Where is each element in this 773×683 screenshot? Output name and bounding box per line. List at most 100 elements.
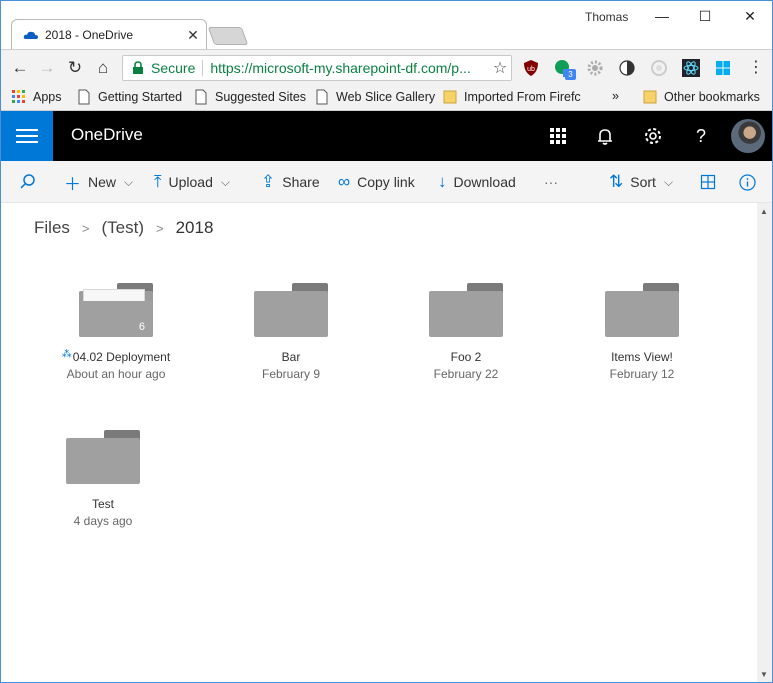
- breadcrumb-test[interactable]: (Test): [102, 218, 145, 238]
- item-count-badge: 6: [138, 321, 145, 333]
- apps-grid-icon: [12, 90, 25, 103]
- avatar[interactable]: [731, 119, 765, 153]
- onedrive-cloud-icon: [23, 31, 38, 39]
- bookmark-label: Other bookmarks: [664, 90, 760, 104]
- folder-icon: [66, 430, 140, 484]
- omnibox-separator: [202, 60, 204, 76]
- ublock-icon[interactable]: ub: [522, 59, 540, 77]
- breadcrumb-files[interactable]: Files: [34, 218, 70, 238]
- bookmarks-overflow-chevron-icon[interactable]: »: [612, 89, 619, 103]
- hamburger-line: [16, 135, 38, 137]
- folder-date: About an hour ago: [66, 367, 166, 381]
- chrome-menu-icon[interactable]: ⋮: [745, 57, 767, 79]
- maximize-button[interactable]: ☐: [682, 5, 728, 27]
- circle-icon[interactable]: [650, 59, 668, 77]
- folder-name: Test: [91, 497, 114, 511]
- folder-tile[interactable]: Items View! February 12: [572, 283, 712, 381]
- share-label: Share: [282, 174, 320, 190]
- reload-icon[interactable]: ↻: [64, 57, 86, 79]
- folder-name: Foo 2: [450, 350, 482, 364]
- minimize-button[interactable]: —: [639, 5, 685, 27]
- bookmark-web-slice-gallery[interactable]: Web Slice Gallery: [315, 89, 435, 105]
- scroll-up-icon[interactable]: ▲: [760, 207, 768, 216]
- home-icon[interactable]: ⌂: [92, 57, 114, 79]
- sort-button[interactable]: ⇅ Sort ⌵: [609, 161, 673, 203]
- breadcrumb-current: 2018: [175, 218, 214, 237]
- vertical-scrollbar[interactable]: ▲ ▼: [757, 203, 772, 682]
- chevron-right-icon: >: [156, 220, 164, 236]
- bookmark-star-icon[interactable]: ☆: [489, 58, 511, 78]
- address-bar[interactable]: Secure https://microsoft-my.sharepoint-d…: [122, 55, 512, 81]
- chevron-down-icon: ⌵: [124, 174, 134, 189]
- app-launcher-grid-icon[interactable]: [546, 124, 570, 148]
- upload-label: Upload: [168, 174, 213, 190]
- notification-bell-icon[interactable]: [593, 124, 617, 148]
- chevron-down-icon: ⌵: [220, 174, 230, 189]
- bookmark-label: Web Slice Gallery: [336, 90, 436, 104]
- settings-gear-icon[interactable]: [641, 124, 665, 148]
- address-row: ← → ↻ ⌂ Secure https://microsoft-my.shar…: [1, 49, 772, 85]
- folder-tile[interactable]: Foo 2 February 22: [396, 283, 536, 381]
- tab-close-icon[interactable]: ✕: [185, 27, 201, 44]
- grid-view-icon: [700, 174, 716, 190]
- download-arrow-icon: ↓: [438, 172, 447, 191]
- search-button[interactable]: [19, 161, 37, 203]
- info-icon: [739, 173, 756, 191]
- hamburger-menu-button[interactable]: [1, 111, 53, 161]
- link-icon: ∞: [338, 172, 351, 191]
- back-arrow-icon[interactable]: ←: [9, 57, 31, 79]
- bookmarks-bar: Apps Getting Started Suggested Sites Web…: [1, 85, 772, 111]
- bookmark-imported-from-firefox[interactable]: Imported From Firefc: [443, 89, 581, 105]
- bookmark-label: Getting Started: [98, 90, 183, 104]
- forward-arrow-icon[interactable]: →: [36, 57, 58, 79]
- copy-link-label: Copy link: [357, 174, 415, 190]
- close-button[interactable]: ✕: [727, 5, 772, 27]
- more-button[interactable]: ···: [544, 161, 558, 203]
- upload-arrow-icon: ⤒: [154, 172, 162, 191]
- contrast-icon[interactable]: [618, 59, 636, 77]
- bookmark-suggested-sites[interactable]: Suggested Sites: [194, 89, 306, 105]
- help-icon[interactable]: ?: [689, 124, 713, 148]
- hamburger-line: [16, 141, 38, 143]
- browser-window: 2018 - OneDrive ✕ Thomas — ☐ ✕ ← → ↻ ⌂ S…: [0, 0, 773, 683]
- download-button[interactable]: ↓ Download: [438, 161, 516, 203]
- page-icon: [195, 89, 207, 105]
- upload-button[interactable]: ⤒ Upload ⌵: [154, 161, 230, 203]
- command-bar: ＋ New ⌵ ⤒ Upload ⌵ ⇪ Share ∞ Copy link ↓…: [1, 161, 772, 203]
- lock-icon: [133, 61, 143, 74]
- breadcrumb: Files > (Test) > 2018: [34, 218, 213, 238]
- bookmark-other[interactable]: Other bookmarks: [643, 89, 760, 105]
- folder-date: February 22: [433, 367, 499, 381]
- folder-icon: [643, 90, 657, 104]
- scroll-down-icon[interactable]: ▼: [760, 670, 768, 679]
- download-label: Download: [453, 174, 516, 190]
- bookmark-getting-started[interactable]: Getting Started: [77, 89, 182, 105]
- folder-tile[interactable]: Test 4 days ago: [33, 430, 173, 528]
- folder-name: Items View!: [611, 350, 673, 364]
- bookmark-label: Imported From Firefc: [464, 90, 581, 104]
- view-toggle-button[interactable]: [700, 161, 716, 203]
- react-icon[interactable]: [682, 59, 700, 77]
- search-icon: [20, 174, 35, 189]
- brand-title[interactable]: OneDrive: [71, 125, 143, 145]
- file-area: Files > (Test) > 2018 6 ⁂04.02 Deploymen…: [1, 203, 757, 682]
- folder-icon: [429, 283, 503, 337]
- folder-tile[interactable]: 6 ⁂04.02 Deployment About an hour ago: [46, 283, 186, 381]
- bookmark-apps[interactable]: Apps: [12, 89, 62, 105]
- gear-icon[interactable]: [586, 59, 604, 77]
- plus-icon: ＋: [64, 174, 81, 194]
- info-button[interactable]: [739, 161, 756, 203]
- windows-icon[interactable]: [714, 59, 732, 77]
- copy-link-button[interactable]: ∞ Copy link: [338, 161, 415, 203]
- folder-date: February 9: [261, 367, 321, 381]
- chevron-down-icon: ⌵: [663, 174, 674, 189]
- url-text[interactable]: https://microsoft-my.sharepoint-df.com/p…: [210, 60, 489, 76]
- new-tab-button[interactable]: [207, 27, 249, 45]
- browser-tab-content[interactable]: 2018 - OneDrive ✕: [23, 21, 201, 49]
- hamburger-line: [16, 129, 38, 131]
- new-button[interactable]: ＋ New ⌵: [64, 161, 133, 203]
- share-button[interactable]: ⇪ Share: [261, 161, 320, 203]
- folder-tile[interactable]: Bar February 9: [221, 283, 361, 381]
- extension-badge: 3: [565, 69, 576, 80]
- profile-name[interactable]: Thomas: [585, 10, 628, 24]
